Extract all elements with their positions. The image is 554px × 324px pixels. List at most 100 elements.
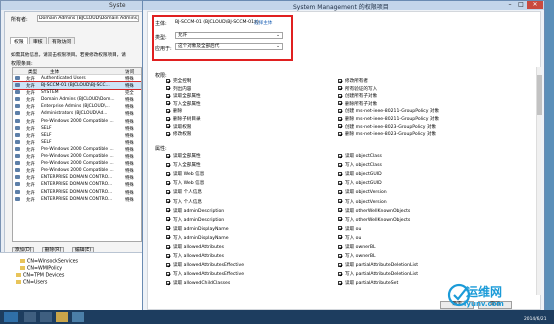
permission-checkbox[interactable]: 读取 ou [338, 226, 361, 232]
maximize-icon[interactable]: □ [516, 1, 526, 9]
ad-users-icon[interactable] [72, 312, 84, 322]
permission-checkbox[interactable]: 读取 allowedChildClasses [166, 280, 230, 286]
checked-checkbox-icon[interactable] [338, 116, 342, 121]
checked-checkbox-icon[interactable] [338, 93, 342, 98]
permission-checkbox[interactable]: 修改所有者 [338, 78, 368, 84]
checked-checkbox-icon[interactable] [166, 101, 170, 106]
tree-item[interactable]: CN=TPM Devices [16, 273, 64, 279]
table-row[interactable]: 允许 Pre-Windows 2000 Compatible ... 特殊 [13, 146, 141, 153]
permission-checkbox[interactable]: 读取 allowedAttributesEffective [166, 262, 244, 268]
checked-checkbox-icon[interactable] [166, 262, 170, 267]
permission-checkbox[interactable]: 读取 adminDescription [166, 208, 224, 214]
checked-checkbox-icon[interactable] [166, 244, 170, 249]
checked-checkbox-icon[interactable] [166, 226, 170, 231]
checked-checkbox-icon[interactable] [166, 93, 170, 98]
checked-checkbox-icon[interactable] [166, 253, 170, 258]
permission-entries-table[interactable]: 类型 主体 访问 允许 Authenticated Users 特殊 允许 BJ-SCC… [12, 67, 142, 242]
checked-checkbox-icon[interactable] [338, 124, 342, 129]
permission-checkbox[interactable]: 写入 Web 信息 [166, 180, 204, 186]
checked-checkbox-icon[interactable] [338, 108, 342, 113]
permission-checkbox[interactable]: 修改权限 [166, 131, 191, 137]
permission-checkbox[interactable]: 读取 objectClass [338, 153, 382, 159]
checked-checkbox-icon[interactable] [338, 253, 342, 258]
permission-checkbox[interactable]: 读取 partialAttributeDeletionList [338, 262, 418, 268]
checked-checkbox-icon[interactable] [338, 86, 342, 91]
table-row[interactable]: 允许 SELF 特殊 [13, 139, 141, 146]
checked-checkbox-icon[interactable] [338, 171, 342, 176]
permission-checkbox[interactable]: 读取 objectVersion [338, 189, 387, 195]
checked-checkbox-icon[interactable] [166, 280, 170, 285]
checked-checkbox-icon[interactable] [338, 271, 342, 276]
permission-checkbox[interactable]: 删除子树目录 [166, 116, 201, 122]
permission-checkbox[interactable]: 读取 adminDisplayName [166, 226, 229, 232]
permission-checkbox[interactable]: 删除 ms-net-ieee-8023-GroupPolicy 对象 [338, 131, 436, 137]
permission-checkbox[interactable]: 读取 otherWellKnownObjects [338, 208, 410, 214]
checked-checkbox-icon[interactable] [166, 78, 170, 83]
tree-item[interactable]: CN=WinsockServices [20, 259, 78, 265]
minimize-icon[interactable]: – [505, 1, 515, 9]
checked-checkbox-icon[interactable] [338, 153, 342, 158]
table-row[interactable]: 允许 ENTERPRISE DOMAIN CONTRO... 特殊 [13, 181, 141, 188]
permission-checkbox[interactable]: 列出内容 [166, 86, 191, 92]
checked-checkbox-icon[interactable] [166, 116, 170, 121]
vertical-scrollbar[interactable] [536, 67, 542, 295]
permission-checkbox[interactable]: 写入 otherWellKnownObjects [338, 217, 410, 223]
permission-checkbox[interactable]: 写入 allowedAttributesEffective [166, 271, 244, 277]
checked-checkbox-icon[interactable] [338, 208, 342, 213]
permission-checkbox[interactable]: 写入 objectGUID [338, 180, 382, 186]
scrollbar-thumb[interactable] [537, 75, 542, 115]
permission-checkbox[interactable]: 读取 allowedAttributes [166, 244, 224, 250]
permission-checkbox[interactable]: 读取 partialAttributeSet [338, 280, 398, 286]
table-row[interactable]: 允许 Domain Admins (BJCLOUD\Dom... 特殊 [13, 96, 141, 103]
tab-effective-access[interactable]: 有效访问 [48, 37, 76, 45]
checked-checkbox-icon[interactable] [166, 208, 170, 213]
checked-checkbox-icon[interactable] [166, 153, 170, 158]
start-icon[interactable] [4, 312, 18, 322]
checked-checkbox-icon[interactable] [338, 78, 342, 83]
table-row[interactable]: 允许 SELF 特殊 [13, 125, 141, 132]
checked-checkbox-icon[interactable] [338, 244, 342, 249]
permission-checkbox[interactable]: 写入 partialAttributeDeletionList [338, 271, 418, 277]
permission-checkbox[interactable]: 创建 ms-net-ieee-8023-GroupPolicy 对象 [338, 124, 436, 130]
tab-permissions[interactable]: 权限 [10, 37, 28, 45]
checked-checkbox-icon[interactable] [338, 199, 342, 203]
explorer-icon[interactable] [56, 312, 68, 322]
table-row[interactable]: 允许 Administrators (BJCLOUD\Ad... 特殊 [13, 110, 141, 117]
permission-checkbox[interactable]: 写入 个人信息 [166, 199, 202, 205]
tree-item[interactable]: CN=WMIPolicy [20, 266, 62, 272]
permission-checkbox[interactable]: 写入 adminDescription [166, 217, 224, 223]
permission-checkbox[interactable]: 删除 [166, 108, 182, 114]
table-row[interactable]: 允许 ENTERPRISE DOMAIN CONTRO... 特殊 [13, 189, 141, 196]
permission-checkbox[interactable]: 读取权限 [166, 124, 191, 130]
table-row[interactable]: 允许 Pre-Windows 2000 Compatible ... 特殊 [13, 153, 141, 160]
checked-checkbox-icon[interactable] [338, 189, 342, 194]
checked-checkbox-icon[interactable] [338, 162, 342, 167]
tree-item[interactable]: CN=Users [16, 280, 47, 286]
checked-checkbox-icon[interactable] [166, 271, 170, 276]
table-row[interactable]: 允许 Pre-Windows 2000 Compatible ... 特殊 [13, 167, 141, 174]
checked-checkbox-icon[interactable] [338, 235, 342, 240]
permission-checkbox[interactable]: 读取 Web 信息 [166, 171, 204, 177]
permission-checkbox[interactable]: 删除所有子对象 [338, 101, 377, 107]
checked-checkbox-icon[interactable] [166, 131, 170, 136]
permission-checkbox[interactable]: 所有验证的写入 [338, 86, 377, 92]
table-row[interactable]: 允许 ENTERPRISE DOMAIN CONTRO... 特殊 [13, 174, 141, 181]
permission-checkbox[interactable]: 读取全部属性 [166, 153, 201, 159]
permission-checkbox[interactable]: 删除 ms-net-ieee-80211-GroupPolicy 对象 [338, 116, 439, 122]
permission-checkbox[interactable]: 创建所有子对象 [338, 93, 377, 99]
checked-checkbox-icon[interactable] [166, 86, 170, 91]
permission-checkbox[interactable]: 写入全部属性 [166, 162, 201, 168]
permission-checkbox[interactable]: 读取 ownerBL [338, 244, 376, 250]
checked-checkbox-icon[interactable] [166, 162, 170, 167]
server-manager-icon[interactable] [24, 312, 36, 322]
permission-checkbox[interactable]: 写入 ou [338, 235, 361, 241]
table-row[interactable]: 允许 SYSTEM 完全 [13, 89, 141, 96]
tab-auditing[interactable]: 审核 [29, 37, 47, 45]
table-row[interactable]: 允许 SELF 特殊 [13, 132, 141, 139]
select-principal-link[interactable]: 选择主体 [254, 20, 272, 26]
table-row[interactable]: 允许 Enterprise Admins (BJCLOUD\... 特殊 [13, 103, 141, 110]
checked-checkbox-icon[interactable] [166, 189, 170, 194]
checked-checkbox-icon[interactable] [166, 108, 170, 113]
permission-checkbox[interactable]: 写入 objectVersion [338, 199, 387, 205]
permission-checkbox[interactable]: 读取 个人信息 [166, 189, 202, 195]
